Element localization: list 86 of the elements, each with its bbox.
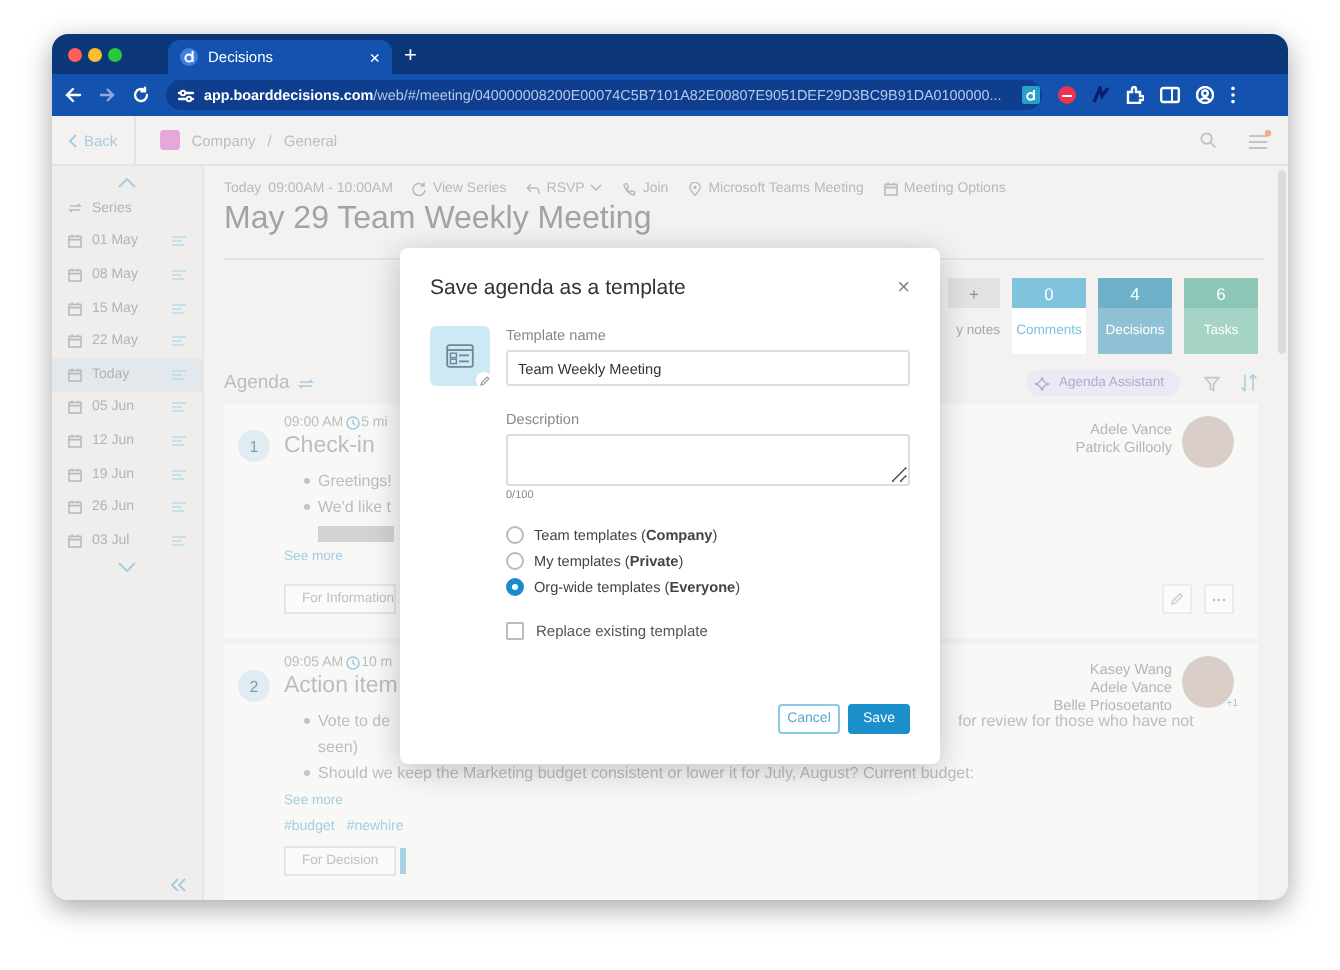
sparkle-icon [1034, 375, 1051, 391]
bullet-dot [304, 504, 310, 510]
calendar-icon [68, 467, 82, 482]
agenda-note: for review for those who have not [958, 711, 1194, 734]
radio-button[interactable] [506, 552, 524, 570]
forward-icon[interactable] [98, 86, 116, 104]
radio-button[interactable] [506, 578, 524, 596]
tag-color-marker [400, 848, 406, 874]
extension-logo-icon [1021, 86, 1040, 104]
agenda-lines-icon [172, 369, 186, 380]
meeting-title: May 29 Team Weekly Meeting [224, 202, 652, 239]
bullet-dot [304, 478, 310, 484]
edit-button[interactable] [1162, 584, 1192, 614]
calendar-icon [68, 334, 82, 349]
maximize-button[interactable] [108, 48, 122, 62]
dialog-title: Save agenda as a template [430, 276, 686, 300]
agenda-lines-icon [172, 236, 186, 247]
calendar-icon [68, 433, 82, 448]
agenda-note: Vote to de [318, 712, 391, 730]
sidebar-icon[interactable] [1160, 86, 1180, 104]
agenda-lines-icon [172, 469, 186, 480]
chevron-down-icon [590, 184, 603, 193]
chevron-left-icon [68, 133, 78, 147]
chevron-down-icon[interactable] [118, 561, 136, 572]
puzzle-icon[interactable] [1126, 86, 1144, 104]
image-placeholder [318, 526, 394, 542]
pencil-icon [479, 375, 489, 385]
profile-icon[interactable] [1196, 86, 1214, 104]
agenda-lines-icon [172, 402, 186, 413]
collapse-icon[interactable] [170, 878, 186, 892]
reload-icon[interactable] [132, 86, 150, 104]
agenda-lines-icon [172, 269, 186, 280]
refresh-icon [412, 181, 427, 196]
filter-icon[interactable] [1204, 375, 1220, 391]
calendar-icon [68, 301, 82, 316]
agenda-lines-icon [172, 336, 186, 347]
agenda-note: Greetings! [318, 470, 392, 494]
item-title: Check-in [284, 434, 375, 458]
close-tab-button[interactable]: × [369, 47, 380, 67]
more-icon[interactable] [1230, 86, 1236, 104]
calendar-icon [68, 234, 82, 249]
calendar-icon [68, 367, 82, 382]
checkbox[interactable] [506, 622, 524, 640]
agenda-note: We'd like t [318, 496, 392, 520]
clock-icon [345, 656, 360, 670]
chevron-up-icon[interactable] [118, 178, 136, 188]
pencil-icon [1170, 592, 1184, 606]
bullet-dot [304, 718, 310, 724]
item-number: 2 [238, 670, 270, 702]
agenda-lines-icon [172, 435, 186, 446]
close-button[interactable]: × [897, 276, 910, 300]
phone-icon [622, 181, 637, 196]
edit-image-badge[interactable] [476, 372, 492, 388]
document-icon [446, 344, 474, 368]
avatar-group [1182, 416, 1234, 468]
reply-icon [526, 181, 541, 196]
close-button[interactable] [68, 48, 82, 62]
item-title: Action item [284, 674, 398, 698]
menu-icon[interactable] [1248, 130, 1272, 150]
bullet-dot [304, 770, 310, 776]
calendar-icon [68, 533, 82, 548]
sort-icon[interactable] [1240, 374, 1258, 392]
location-pin-icon [688, 181, 703, 196]
back-icon[interactable] [64, 86, 82, 104]
site-settings-icon [178, 87, 194, 103]
calendar-icon [68, 267, 82, 282]
clock-icon [345, 416, 360, 430]
calendar-icon [68, 400, 82, 415]
repeat-icon [297, 377, 314, 389]
minimize-button[interactable] [88, 48, 102, 62]
template-image[interactable] [430, 326, 490, 386]
workspace-avatar [159, 130, 180, 150]
agenda-lines-icon [172, 502, 186, 513]
extension-icon[interactable] [1058, 86, 1076, 104]
radio-button[interactable] [506, 526, 524, 544]
agenda-note: seen) [318, 736, 359, 760]
agenda-lines-icon [172, 303, 186, 314]
site-logo-icon [180, 48, 198, 66]
search-icon[interactable] [1200, 132, 1216, 148]
agenda-lines-icon [172, 535, 186, 546]
repeat-icon [68, 202, 82, 215]
item-number: 1 [238, 430, 270, 462]
description-field[interactable] [506, 434, 910, 486]
calendar-icon [68, 500, 82, 515]
new-tab-button[interactable]: + [404, 44, 417, 68]
calendar-settings-icon [883, 181, 898, 196]
